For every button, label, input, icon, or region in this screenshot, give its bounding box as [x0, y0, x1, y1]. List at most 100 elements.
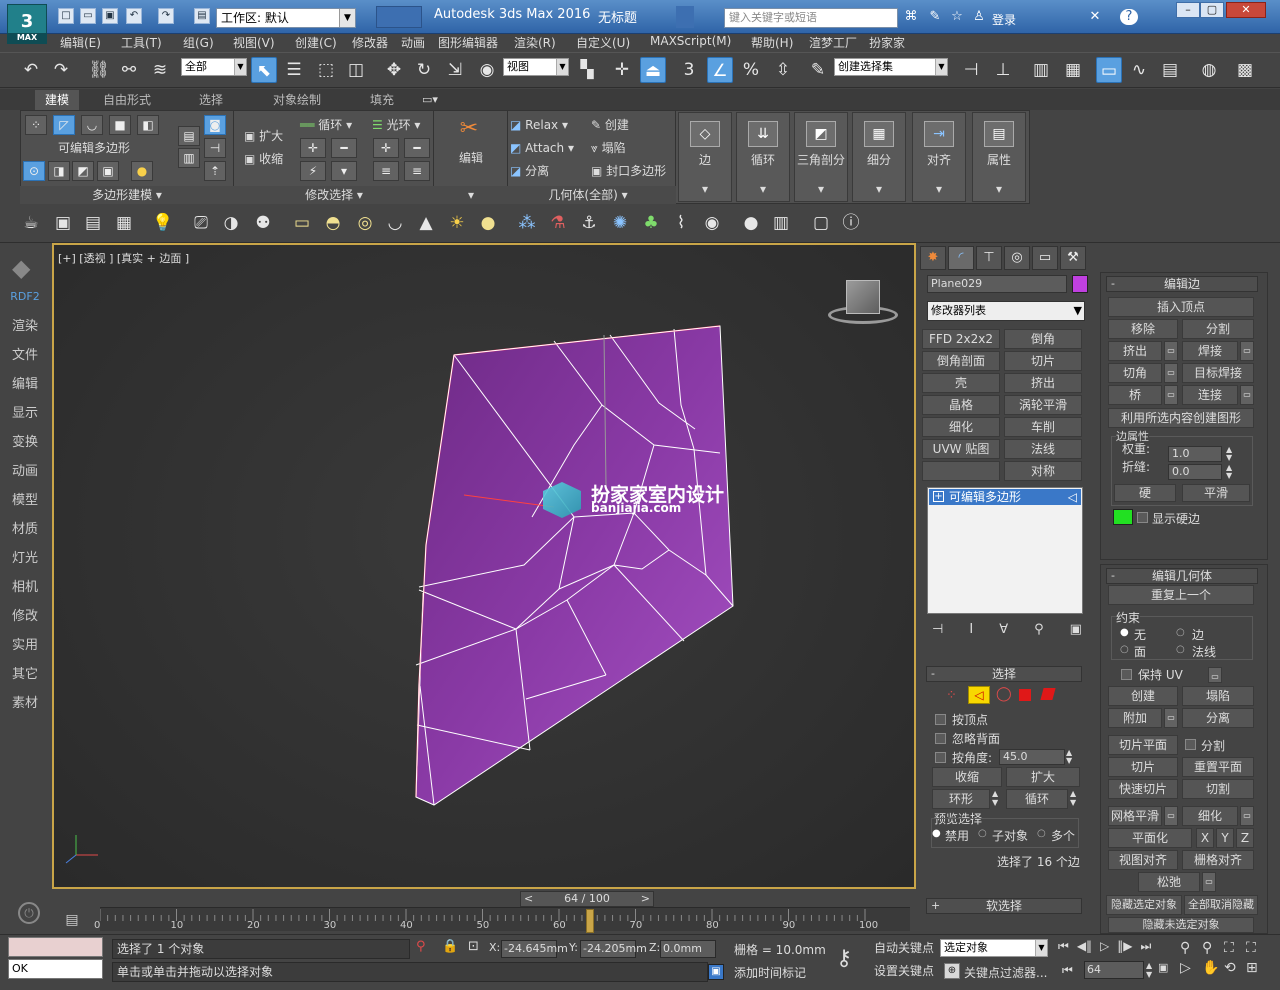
- vray-fur-icon[interactable]: ⚗: [545, 210, 571, 236]
- key-mode-dropdown[interactable]: 选定对象 ▼: [940, 939, 1048, 957]
- connect-settings-icon[interactable]: ▭: [1240, 385, 1254, 405]
- sphere-white-icon[interactable]: ●: [738, 210, 764, 236]
- extrude-button[interactable]: 挤出: [1108, 341, 1162, 361]
- quickslice-button[interactable]: 快速切片: [1108, 779, 1178, 799]
- planarize-y-button[interactable]: Y: [1216, 828, 1234, 848]
- geo-detach-button[interactable]: 分离: [1182, 708, 1254, 728]
- attach-button[interactable]: ◩ Attach ▾: [510, 138, 574, 158]
- meshsmooth-button[interactable]: 网格平滑: [1108, 806, 1162, 826]
- redo-icon[interactable]: ↷: [158, 8, 174, 24]
- close-button[interactable]: ✕: [1226, 2, 1266, 18]
- radio-selected-icon[interactable]: ●: [1120, 627, 1129, 638]
- chamfer-settings-icon[interactable]: ▭: [1164, 363, 1178, 383]
- undo-icon[interactable]: ↶: [18, 57, 44, 83]
- save-file-icon[interactable]: ▣: [102, 8, 118, 24]
- select-by-name-icon[interactable]: ☰: [281, 57, 307, 83]
- border-subobj-icon[interactable]: ◯: [996, 686, 1012, 702]
- favorites-star-icon[interactable]: ☆: [948, 9, 966, 25]
- prev-frame-arrow-icon[interactable]: <: [524, 892, 533, 906]
- ribbon-toggle-icon[interactable]: ▭: [1096, 57, 1122, 83]
- menu-animation[interactable]: 动画: [401, 34, 425, 51]
- preserve-uv-checkbox[interactable]: [1121, 669, 1132, 680]
- render-table-icon[interactable]: ▦: [111, 210, 137, 236]
- cap-poly-button[interactable]: ▣ 封口多边形: [591, 161, 666, 181]
- edit-button[interactable]: 编辑: [446, 149, 496, 166]
- sphere-icon[interactable]: ◎: [352, 210, 378, 236]
- orbit-icon[interactable]: ⟲: [1224, 960, 1246, 976]
- create-shape-button[interactable]: 利用所选内容创建图形: [1108, 408, 1254, 428]
- user-icon[interactable]: ♙: [970, 9, 988, 25]
- keyboard-shortcut-toggle-icon[interactable]: ⏏: [640, 57, 666, 83]
- modifier-button[interactable]: 车削: [1004, 417, 1082, 437]
- select-place-icon[interactable]: ◉: [474, 57, 500, 83]
- make-unique-icon[interactable]: ∀: [999, 622, 1008, 638]
- side-item-transform[interactable]: 变换: [0, 431, 50, 450]
- sun-icon[interactable]: ☀: [444, 210, 470, 236]
- side-item-model[interactable]: 模型: [0, 489, 50, 508]
- target-weld-button[interactable]: 目标焊接: [1182, 363, 1254, 383]
- show-end-result-icon[interactable]: Ⅰ: [969, 622, 973, 638]
- radio-empty-icon[interactable]: ○: [978, 828, 987, 839]
- hide-selected-button[interactable]: 隐藏选定对象: [1106, 895, 1182, 915]
- slice-plane-button[interactable]: 切片平面: [1108, 735, 1178, 755]
- geo-attach-button[interactable]: 附加: [1108, 708, 1162, 728]
- tab-populate[interactable]: 填充: [360, 90, 404, 110]
- radio-empty-icon[interactable]: ○: [1176, 627, 1185, 638]
- render-frame-icon[interactable]: ▣: [50, 210, 76, 236]
- radio-empty-icon[interactable]: ○: [1176, 644, 1185, 655]
- loops-panel-button[interactable]: ⇊ 循环 ▾: [736, 112, 790, 202]
- border-mode-icon[interactable]: ◡: [81, 115, 103, 135]
- angle-spinner[interactable]: 45.0: [999, 749, 1065, 765]
- modifier-button[interactable]: 挤出: [1004, 373, 1082, 393]
- current-frame-field[interactable]: 64: [1084, 961, 1144, 979]
- zoom-extents-all-icon[interactable]: ⛶: [1246, 940, 1268, 956]
- reference-coord-dropdown[interactable]: 视图 ▼: [503, 58, 569, 76]
- sel-grow-button[interactable]: 扩大: [1006, 767, 1080, 787]
- light-lister-icon[interactable]: 💡: [150, 210, 176, 236]
- create-button[interactable]: ✎ 创建: [591, 115, 629, 135]
- radio-selected-icon[interactable]: ●: [932, 828, 941, 839]
- side-item-camera[interactable]: 相机: [0, 576, 50, 595]
- edge-mode-icon[interactable]: ◸: [53, 115, 75, 135]
- layer-manager-icon[interactable]: ▥: [1028, 57, 1054, 83]
- collapse-stack-icon[interactable]: ⊣: [204, 138, 226, 158]
- photometric-icon[interactable]: ◑: [218, 210, 244, 236]
- menu-banjiajia[interactable]: 扮家家: [869, 34, 905, 51]
- modify-tab-icon[interactable]: ◜: [948, 246, 974, 270]
- side-item-lights[interactable]: 灯光: [0, 547, 50, 566]
- repeat-last-button[interactable]: 重复上一个: [1108, 585, 1254, 605]
- time-slider[interactable]: <64 / 100 >: [520, 891, 654, 907]
- show-hard-edges-checkbox[interactable]: [1137, 512, 1148, 523]
- weight-spinner[interactable]: 1.0: [1168, 446, 1222, 462]
- select-manipulate-icon[interactable]: ✛: [609, 57, 635, 83]
- modifier-button[interactable]: 晶格: [922, 395, 1000, 415]
- isolate-icon[interactable]: ⚲: [416, 939, 426, 954]
- align-icon[interactable]: ⊥: [990, 57, 1016, 83]
- modifier-button[interactable]: FFD 2x2x2: [922, 329, 1000, 349]
- show-end-result-icon[interactable]: ▣: [97, 161, 119, 181]
- smooth-button[interactable]: 平滑: [1182, 484, 1250, 502]
- modifier-button[interactable]: 壳: [922, 373, 1000, 393]
- slice-button[interactable]: 切片: [1108, 757, 1178, 777]
- render-setup-icon[interactable]: ▩: [1232, 57, 1258, 83]
- chamfer-button[interactable]: 切角: [1108, 363, 1162, 383]
- percent-snap-icon[interactable]: %: [738, 57, 764, 83]
- maximize-button[interactable]: ▢: [1200, 2, 1224, 18]
- viewcube-icon[interactable]: [846, 280, 880, 314]
- hair-icon[interactable]: ⌇: [668, 210, 694, 236]
- edit-geometry-header[interactable]: - 编辑几何体: [1106, 568, 1258, 584]
- side-item-display[interactable]: 显示: [0, 402, 50, 421]
- binoculars-icon[interactable]: ⌘: [902, 9, 920, 25]
- weight-spinner-arrows-icon[interactable]: ▲ ▼: [1226, 446, 1232, 462]
- bridge-button[interactable]: 桥: [1108, 385, 1162, 405]
- expand-plus-icon[interactable]: +: [933, 491, 944, 502]
- zoom-extents-icon[interactable]: ⛶: [1224, 940, 1246, 956]
- geo-collapse-button[interactable]: 塌陷: [1182, 686, 1254, 706]
- radio-empty-icon[interactable]: ○: [1037, 828, 1046, 839]
- named-selection-dropdown[interactable]: 创建选择集 ▼: [834, 58, 948, 76]
- pin-stack-icon[interactable]: ▥: [178, 148, 200, 168]
- time-cursor[interactable]: [585, 909, 594, 933]
- hard-edge-color-swatch[interactable]: [1113, 509, 1133, 525]
- go-to-start-icon[interactable]: ⏮: [1058, 939, 1069, 954]
- menu-create[interactable]: 创建(C): [295, 34, 337, 51]
